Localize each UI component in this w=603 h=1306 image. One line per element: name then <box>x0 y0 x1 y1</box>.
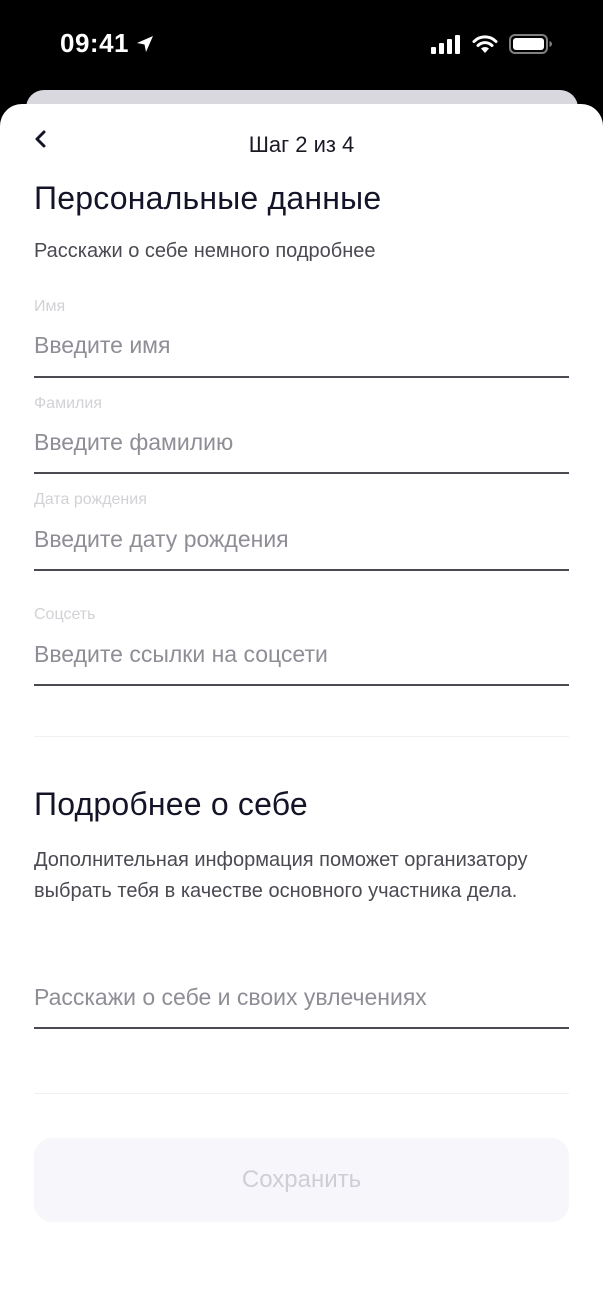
about-underline <box>34 1027 569 1029</box>
personal-data-subtitle: Расскажи о себе немного подробнее <box>34 240 376 262</box>
step-indicator: Шаг 2 из 4 <box>248 132 355 157</box>
last-name-label: Фамилия <box>34 395 102 412</box>
status-bar: 09:41 <box>0 0 603 90</box>
birth-date-underline <box>34 569 569 571</box>
last-name-input[interactable] <box>34 425 569 459</box>
form-sheet <box>0 104 603 1306</box>
last-name-field: Фамилия <box>34 395 569 477</box>
about-description: Дополнительная информация поможет органи… <box>34 849 528 902</box>
social-underline <box>34 684 569 686</box>
personal-data-title: Персональные данные <box>34 180 382 216</box>
section-divider <box>34 736 569 737</box>
about-title: Подробнее о себе <box>34 786 308 822</box>
status-icons <box>431 33 553 55</box>
birth-date-input[interactable] <box>34 522 569 556</box>
first-name-label: Имя <box>34 298 66 315</box>
location-arrow-icon <box>135 34 155 54</box>
battery-icon <box>509 33 553 55</box>
bottom-divider <box>34 1093 569 1094</box>
status-time-group: 09:41 <box>60 28 155 59</box>
social-label: Соцсеть <box>34 606 96 623</box>
cellular-signal-icon <box>431 34 461 54</box>
birth-date-field: Дата рождения <box>34 491 569 573</box>
status-time: 09:41 <box>60 28 129 58</box>
birth-date-label: Дата рождения <box>34 491 147 508</box>
first-name-input[interactable] <box>34 328 569 362</box>
about-field <box>34 978 569 1032</box>
first-name-underline <box>34 376 569 378</box>
first-name-field: Имя <box>34 298 569 380</box>
save-button[interactable]: Сохранить <box>34 1138 569 1222</box>
social-links-input[interactable] <box>34 637 569 671</box>
about-input[interactable] <box>34 980 569 1014</box>
wifi-icon <box>471 34 499 54</box>
screen: 09:41 Шаг 2 из 4 Персональные данные Рас… <box>0 0 603 1306</box>
social-field: Соцсеть <box>34 606 569 688</box>
last-name-underline <box>34 472 569 474</box>
